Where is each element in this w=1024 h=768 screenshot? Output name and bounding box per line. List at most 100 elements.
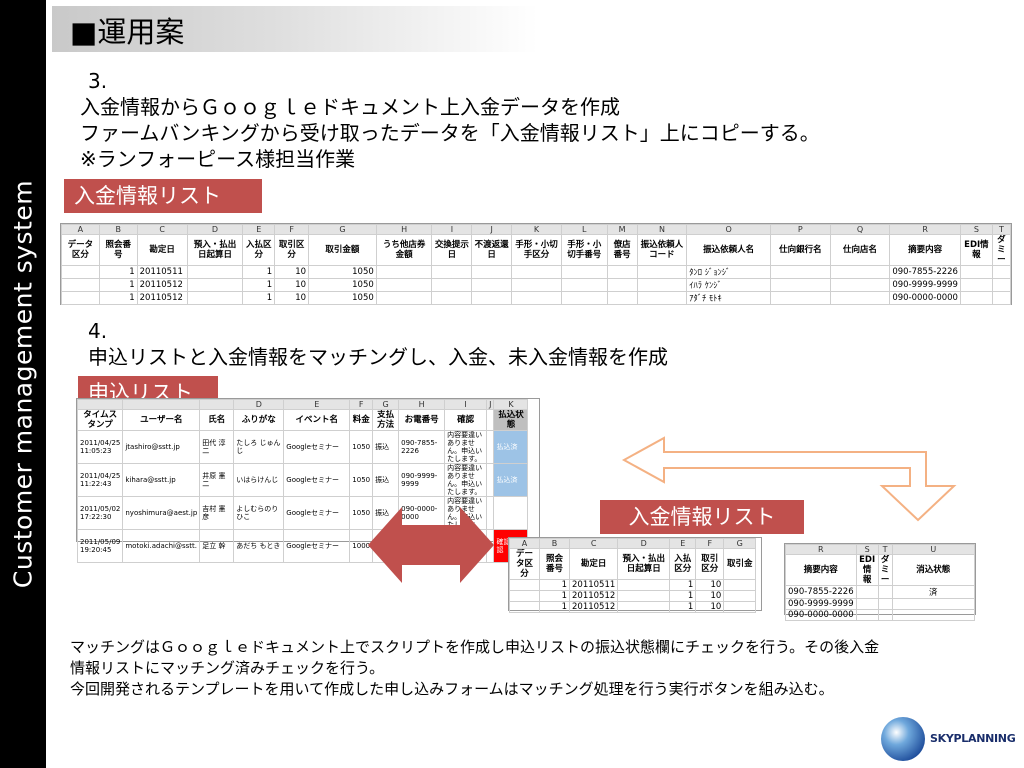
- table-row-cell[interactable]: [991, 265, 1012, 279]
- header-row-cell[interactable]: 仕向銀行名: [770, 234, 831, 266]
- header-row-cell[interactable]: [486, 409, 495, 431]
- column-header-row-cell[interactable]: P: [770, 224, 831, 235]
- table-row-cell[interactable]: [829, 291, 891, 305]
- table-row-cell[interactable]: 1050: [308, 291, 377, 305]
- column-header-row-cell[interactable]: U: [891, 544, 976, 555]
- header-row-cell[interactable]: 預入・払出日起算日: [186, 234, 244, 266]
- table-row-cell[interactable]: 1: [539, 579, 570, 591]
- table-row-cell[interactable]: 2011/04/25 11:22:43: [76, 463, 124, 497]
- table-row-cell[interactable]: [606, 278, 638, 292]
- column-header-row-cell[interactable]: C: [136, 224, 188, 235]
- table-row-cell[interactable]: [770, 265, 831, 279]
- header-row-cell[interactable]: 氏名: [199, 409, 235, 431]
- table-row-cell[interactable]: よしむらのりひこ: [233, 496, 285, 530]
- table-row-cell[interactable]: [770, 278, 831, 292]
- table-row-cell[interactable]: [891, 598, 976, 610]
- column-header-row-cell[interactable]: H: [398, 399, 446, 410]
- table-row-cell[interactable]: 20110512: [568, 601, 619, 613]
- table-row-cell[interactable]: [617, 590, 671, 602]
- table-row-cell[interactable]: [431, 291, 473, 305]
- header-row-cell[interactable]: 取引区分: [274, 234, 310, 266]
- table-row-cell[interactable]: [770, 291, 831, 305]
- table-row-cell[interactable]: [509, 601, 540, 613]
- table-row-cell[interactable]: 内容要違いありません。申込いたします。: [444, 463, 488, 497]
- table-row-cell[interactable]: [617, 601, 671, 613]
- table-row-cell[interactable]: Googleセミナー: [283, 496, 351, 530]
- header-row-cell[interactable]: 消込状態: [891, 554, 976, 586]
- table-row-cell[interactable]: 090-9999-9999: [889, 278, 961, 292]
- header-row-cell[interactable]: 摘要内容: [785, 554, 857, 586]
- table-row-cell[interactable]: [560, 278, 608, 292]
- table-row-cell[interactable]: 1: [669, 601, 697, 613]
- table-row-cell[interactable]: 10: [274, 265, 310, 279]
- table-row-cell[interactable]: [471, 291, 513, 305]
- table-row-cell[interactable]: [186, 291, 244, 305]
- column-header-row-cell[interactable]: J: [471, 224, 513, 235]
- column-header-row-cell[interactable]: N: [636, 224, 688, 235]
- header-row-cell[interactable]: 取引金額: [308, 234, 377, 266]
- table-row-cell[interactable]: 090-0000-0000: [785, 609, 857, 621]
- table-row-cell[interactable]: 1: [98, 265, 138, 279]
- column-header-row-cell[interactable]: S: [959, 224, 993, 235]
- table-row-cell[interactable]: 090-7855-2226: [889, 265, 961, 279]
- table-row-cell[interactable]: Googleセミナー: [283, 430, 351, 464]
- table-row-cell[interactable]: [511, 291, 562, 305]
- header-row-cell[interactable]: EDI情報: [959, 234, 993, 266]
- column-header-row-cell[interactable]: B: [539, 538, 570, 549]
- table-row-cell[interactable]: 10: [695, 601, 725, 613]
- column-header-row-cell[interactable]: G: [723, 538, 757, 549]
- column-header-row-cell[interactable]: J: [486, 399, 495, 410]
- table-row-cell[interactable]: [375, 265, 433, 279]
- column-header-row-cell[interactable]: K: [511, 224, 562, 235]
- table-row-cell[interactable]: 1: [98, 278, 138, 292]
- table-row-cell[interactable]: 1: [242, 265, 276, 279]
- table-row-cell[interactable]: 10: [695, 579, 725, 591]
- column-header-row-cell[interactable]: S: [855, 544, 879, 555]
- table-row-cell[interactable]: [991, 291, 1012, 305]
- table-row-cell[interactable]: 090-7855-2226: [785, 585, 857, 599]
- table-row-cell[interactable]: 1: [242, 278, 276, 292]
- column-header-row-cell[interactable]: [199, 399, 235, 410]
- table-row-cell[interactable]: 1050: [349, 430, 374, 464]
- table-row-cell[interactable]: [723, 579, 757, 591]
- table-row-cell[interactable]: [560, 291, 608, 305]
- table-row-cell[interactable]: たしろ じゅんじ: [233, 430, 285, 464]
- table-row-cell[interactable]: ｲﾊﾗ ｹﾝｼﾞ: [686, 278, 772, 292]
- header-row-cell[interactable]: ダミー: [991, 234, 1012, 266]
- table-row-cell[interactable]: [636, 291, 688, 305]
- table-row-cell[interactable]: いはらけんじ: [233, 463, 285, 497]
- column-header-row-cell[interactable]: D: [233, 399, 285, 410]
- table-row-cell[interactable]: [877, 598, 893, 610]
- header-row-cell[interactable]: 入払区分: [669, 548, 697, 580]
- column-header-row-cell[interactable]: E: [242, 224, 276, 235]
- table-row-cell[interactable]: 1: [539, 601, 570, 613]
- table-row-cell[interactable]: 2011/05/02 17:22:30: [76, 496, 124, 530]
- column-header-row-cell[interactable]: H: [375, 224, 433, 235]
- column-header-row-cell[interactable]: M: [606, 224, 638, 235]
- table-row-cell[interactable]: 20110512: [568, 590, 619, 602]
- column-header-row-cell[interactable]: T: [877, 544, 893, 555]
- table-row-cell[interactable]: [486, 430, 495, 464]
- column-header-row-cell[interactable]: D: [617, 538, 671, 549]
- table-row-cell[interactable]: 内容要違いありません。申込いたします。: [444, 430, 488, 464]
- table-row-cell[interactable]: [877, 585, 893, 599]
- header-row-cell[interactable]: ダミー: [877, 554, 893, 586]
- table-row-cell[interactable]: [375, 291, 433, 305]
- table-row-cell[interactable]: 1: [669, 590, 697, 602]
- table-row-cell[interactable]: [855, 598, 879, 610]
- header-row-cell[interactable]: 勘定日: [136, 234, 188, 266]
- header-row-cell[interactable]: 照会番号: [539, 548, 570, 580]
- header-row-cell[interactable]: うち他店券金額: [375, 234, 433, 266]
- header-row-cell[interactable]: 勘定日: [568, 548, 619, 580]
- header-row-cell[interactable]: 払込状態: [493, 409, 529, 431]
- table-row-cell[interactable]: 済: [891, 585, 976, 599]
- table-row-cell[interactable]: [959, 291, 993, 305]
- header-row-cell[interactable]: 支払方法: [372, 409, 400, 431]
- table-row-cell[interactable]: [959, 265, 993, 279]
- table-row-cell[interactable]: 2011/04/25 11:05:23: [76, 430, 124, 464]
- table-row-cell[interactable]: 20110511: [136, 265, 188, 279]
- table-row-cell[interactable]: [61, 291, 100, 305]
- header-row-cell[interactable]: 料金: [349, 409, 374, 431]
- header-row-cell[interactable]: 手形・小切手番号: [560, 234, 608, 266]
- header-row-cell[interactable]: 照会番号: [98, 234, 138, 266]
